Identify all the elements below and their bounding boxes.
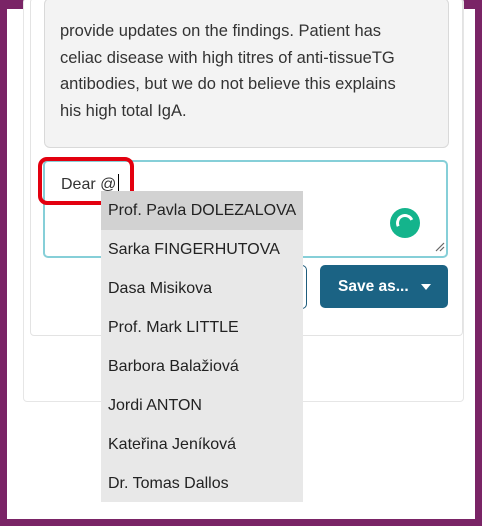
previous-message-text: provide updates on the findings. Patient… [60, 18, 440, 124]
message-line: antibodies, but we do not believe this e… [60, 75, 396, 93]
mention-option[interactable]: Dasa Misikova [101, 269, 303, 308]
mention-option[interactable]: Sarka FINGERHUTOVA [101, 230, 303, 269]
resize-handle-icon[interactable] [433, 240, 445, 252]
save-as-label: Save as... [338, 277, 409, 295]
mention-option[interactable]: Jordi ANTON [101, 386, 303, 425]
mention-option[interactable]: Prof. Pavla DOLEZALOVA [101, 191, 303, 230]
mention-option[interactable]: Dr. Tomas Dallos [101, 464, 303, 503]
mention-option[interactable]: Kateřina Jeníková [101, 425, 303, 464]
loading-spinner-icon [390, 208, 420, 238]
mention-suggestions-dropdown: Prof. Pavla DOLEZALOVA Sarka FINGERHUTOV… [101, 191, 303, 502]
mention-option[interactable]: Barbora Balažiová [101, 347, 303, 386]
message-line: provide updates on the findings. Patient… [60, 22, 382, 40]
mention-option[interactable]: Prof. Mark LITTLE [101, 308, 303, 347]
message-line: celiac disease with high titres of anti-… [60, 48, 395, 67]
save-as-button[interactable]: Save as... [320, 265, 448, 308]
caret-down-icon [420, 283, 431, 290]
message-line: his high total IgA. [60, 101, 187, 120]
